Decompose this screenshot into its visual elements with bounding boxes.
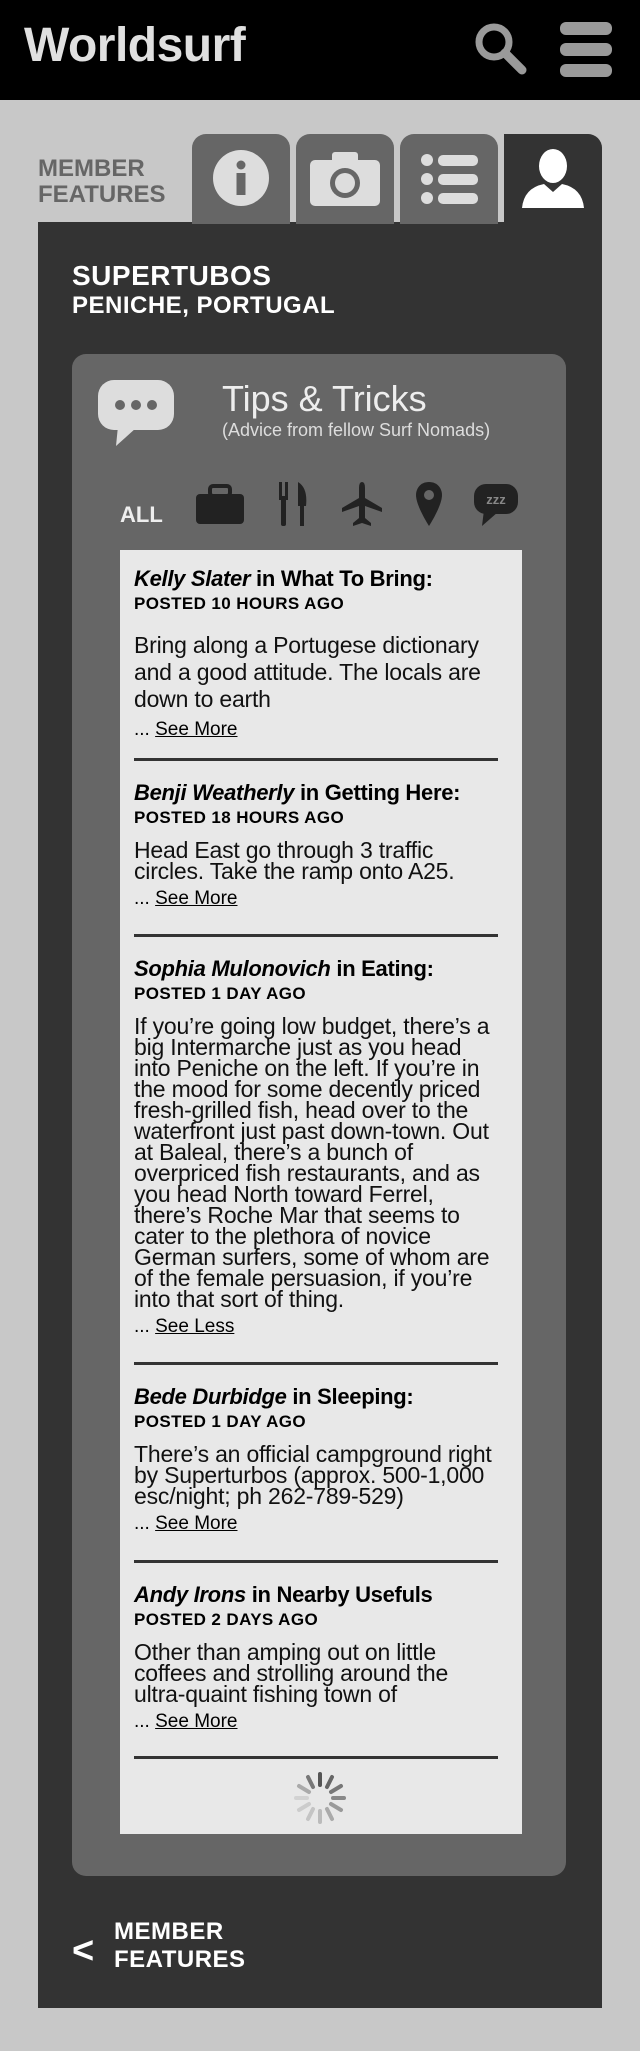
loading-spinner-icon (294, 1772, 346, 1824)
entry-body: Bring along a Portugese dictionary and a… (134, 632, 481, 712)
member-icon (522, 149, 584, 208)
list-item: Sophia Mulonovich in Eating: POSTED 1 DA… (134, 956, 498, 1338)
tips-subtitle: (Advice from fellow Surf Nomads) (222, 420, 491, 440)
fork-knife-icon[interactable] (276, 480, 312, 528)
see-more-link[interactable]: See More (155, 719, 237, 740)
divider (134, 1756, 498, 1759)
entry-heading: Bede Durbidge in Sleeping: (134, 1384, 414, 1409)
svg-text:zzz: zzz (486, 492, 506, 507)
entry-more: ... See More (134, 1513, 238, 1534)
briefcase-icon[interactable] (194, 480, 246, 528)
list-item: Bede Durbidge in Sleeping: POSTED 1 DAY … (134, 1384, 498, 1535)
entry-posted: POSTED 2 DAYS AGO (134, 1610, 319, 1629)
map-pin-icon[interactable] (414, 480, 444, 528)
back-label: MEMBER FEATURES (114, 1918, 246, 1973)
entry-more: ... See More (134, 888, 238, 909)
list-icon (421, 154, 478, 204)
entry-heading: Andy Irons in Nearby Usefuls (134, 1582, 433, 1607)
divider (134, 934, 498, 937)
sleep-bubble-icon[interactable]: zzz (472, 480, 520, 528)
member-features-label: MEMBER FEATURES (38, 155, 166, 208)
entry-posted: POSTED 1 DAY AGO (134, 984, 307, 1003)
tips-title: Tips & Tricks (222, 378, 427, 419)
entry-more: ... See More (134, 1711, 238, 1732)
entry-posted: POSTED 10 HOURS AGO (134, 594, 345, 613)
filter-all[interactable]: ALL (120, 502, 163, 528)
entry-body: Head East go through 3 traffic circles. … (134, 837, 455, 884)
entry-body: If you’re going low budget, there’s a bi… (134, 1013, 490, 1312)
list-item: Kelly Slater in What To Bring: POSTED 10… (134, 566, 498, 741)
location-place: PENICHE, PORTUGAL (72, 292, 336, 319)
app-title: Worldsurf (24, 19, 246, 72)
see-more-link[interactable]: See More (155, 888, 237, 909)
entry-heading: Benji Weatherly in Getting Here: (134, 780, 461, 805)
entry-posted: POSTED 1 DAY AGO (134, 1412, 307, 1431)
tab-list[interactable] (400, 134, 498, 224)
tab-info[interactable] (192, 134, 290, 224)
entry-heading: Kelly Slater in What To Bring: (134, 566, 433, 591)
search-icon[interactable] (472, 20, 528, 76)
see-more-link[interactable]: See More (155, 1513, 237, 1534)
entry-body: Other than amping out on little coffees … (134, 1639, 449, 1707)
camera-icon (310, 152, 380, 206)
hamburger-menu-icon[interactable] (560, 22, 612, 78)
see-less-link[interactable]: See Less (155, 1316, 234, 1337)
chat-bubble-icon (98, 380, 174, 446)
divider (134, 1560, 498, 1563)
divider (134, 1362, 498, 1365)
list-item: Andy Irons in Nearby Usefuls POSTED 2 DA… (134, 1582, 498, 1733)
top-bar: Worldsurf (0, 0, 640, 100)
tips-list: Kelly Slater in What To Bring: POSTED 10… (120, 550, 522, 1834)
see-more-link[interactable]: See More (155, 1711, 237, 1732)
location-name: SUPERTUBOS (72, 260, 272, 291)
entry-heading: Sophia Mulonovich in Eating: (134, 956, 434, 981)
tab-member[interactable] (504, 134, 602, 224)
entry-more: ... See More (134, 719, 238, 740)
tab-photos[interactable] (296, 134, 394, 224)
info-icon (213, 150, 269, 206)
list-item: Benji Weatherly in Getting Here: POSTED … (134, 780, 498, 910)
airplane-icon[interactable] (340, 480, 384, 528)
divider (134, 758, 498, 761)
entry-body: There’s an official campground right by … (134, 1441, 492, 1509)
entry-more: ... See Less (134, 1316, 235, 1337)
back-arrow-icon: < (72, 1930, 95, 1972)
entry-posted: POSTED 18 HOURS AGO (134, 808, 345, 827)
